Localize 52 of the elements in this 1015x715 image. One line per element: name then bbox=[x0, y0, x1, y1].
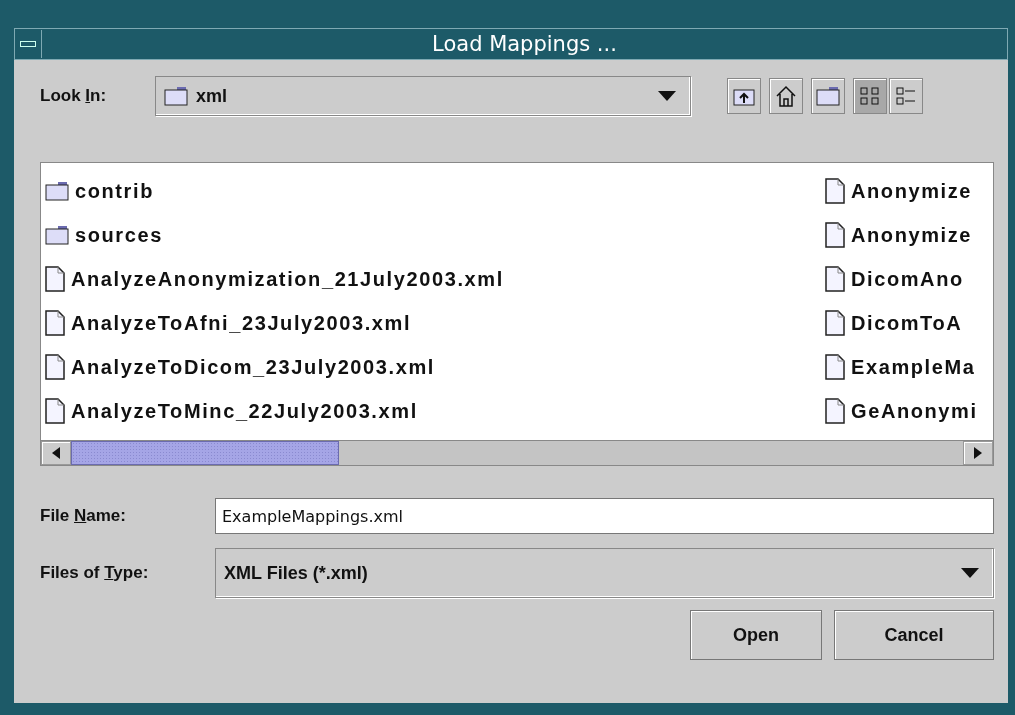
look-in-dropdown[interactable]: xml bbox=[155, 76, 691, 116]
scroll-left-button[interactable] bbox=[41, 441, 71, 465]
window-title: Load Mappings ... bbox=[431, 32, 618, 56]
minimize-icon bbox=[20, 41, 36, 47]
details-view-button[interactable] bbox=[889, 78, 923, 114]
file-icon bbox=[825, 398, 845, 424]
scroll-right-button[interactable] bbox=[963, 441, 993, 465]
folder-icon bbox=[45, 181, 69, 201]
home-button[interactable] bbox=[769, 78, 803, 114]
file-item[interactable]: AnalyzeAnonymization_21July2003.xml bbox=[45, 257, 825, 301]
folder-icon bbox=[164, 86, 188, 106]
file-icon bbox=[825, 310, 845, 336]
file-item[interactable]: AnalyzeToDicom_23July2003.xml bbox=[45, 345, 825, 389]
list-view-button[interactable] bbox=[853, 78, 887, 114]
list-icon bbox=[895, 86, 917, 106]
left-arrow-icon bbox=[52, 447, 60, 459]
file-item[interactable]: DicomAno bbox=[825, 257, 993, 301]
up-folder-icon bbox=[733, 86, 755, 106]
dropdown-arrow-icon bbox=[658, 91, 676, 101]
file-type-label: Files of Type: bbox=[40, 563, 150, 583]
file-name-label: File Name: bbox=[40, 506, 127, 526]
file-item[interactable]: ExampleMa bbox=[825, 345, 993, 389]
file-icon bbox=[45, 310, 65, 336]
file-icon bbox=[45, 266, 65, 292]
cancel-button[interactable]: Cancel bbox=[834, 610, 994, 660]
file-type-dropdown[interactable]: XML Files (*.xml) bbox=[215, 548, 994, 598]
file-icon bbox=[825, 178, 845, 204]
right-arrow-icon bbox=[974, 447, 982, 459]
file-item[interactable]: AnalyzeToMinc_22July2003.xml bbox=[45, 389, 825, 433]
file-item[interactable]: Anonymize bbox=[825, 213, 993, 257]
file-icon bbox=[825, 354, 845, 380]
new-folder-button[interactable] bbox=[811, 78, 845, 114]
look-in-label: Look In: bbox=[40, 86, 108, 106]
file-icon bbox=[825, 222, 845, 248]
file-item[interactable]: AnalyzeToAfni_23July2003.xml bbox=[45, 301, 825, 345]
file-icon bbox=[825, 266, 845, 292]
file-item[interactable]: DicomToA bbox=[825, 301, 993, 345]
folder-icon bbox=[45, 225, 69, 245]
dropdown-arrow-icon bbox=[961, 568, 979, 578]
folder-item[interactable]: sources bbox=[45, 213, 825, 257]
file-item[interactable]: GeAnonymi bbox=[825, 389, 993, 433]
file-icon bbox=[45, 354, 65, 380]
file-item[interactable]: Anonymize bbox=[825, 169, 993, 213]
open-button[interactable]: Open bbox=[690, 610, 822, 660]
file-icon bbox=[45, 398, 65, 424]
file-name-field[interactable]: ExampleMappings.xml bbox=[215, 498, 994, 534]
up-folder-button[interactable] bbox=[727, 78, 761, 114]
home-icon bbox=[775, 85, 797, 107]
folder-item[interactable]: contrib bbox=[45, 169, 825, 213]
grid-icon bbox=[859, 86, 881, 106]
scrollbar-thumb[interactable] bbox=[71, 441, 339, 465]
folder-icon bbox=[816, 86, 840, 106]
